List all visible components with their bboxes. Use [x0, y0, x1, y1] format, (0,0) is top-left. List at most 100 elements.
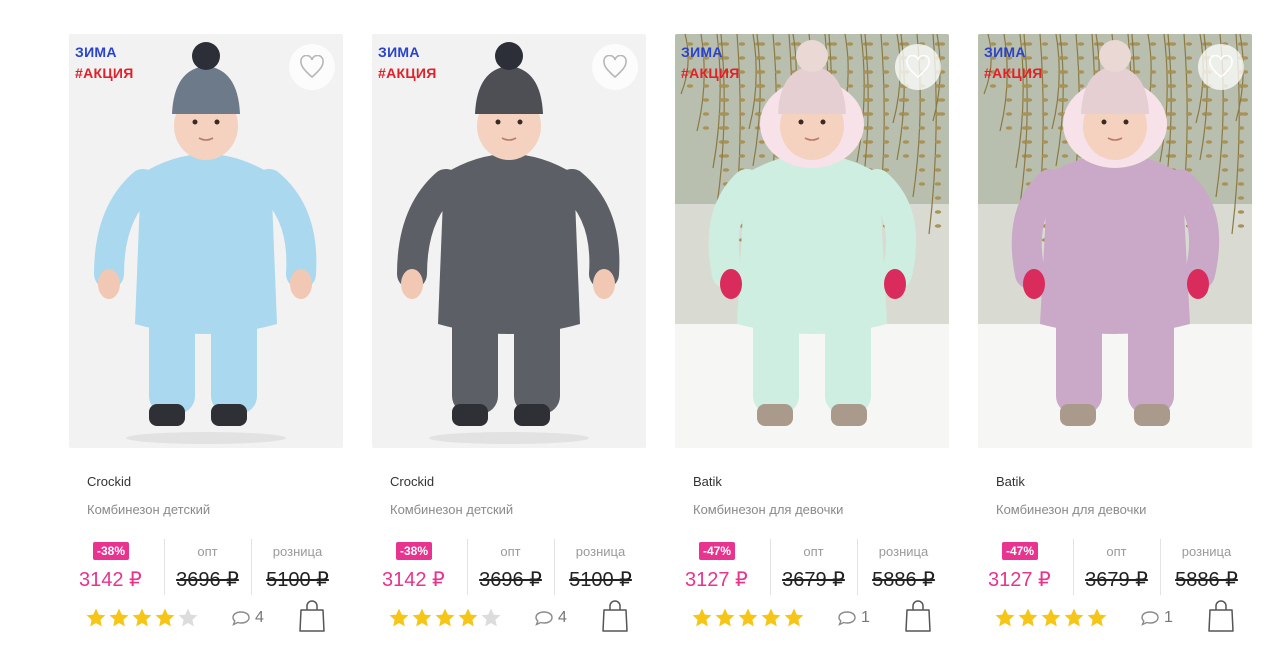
comments-number: 1	[1164, 609, 1173, 626]
product-title[interactable]: Комбинезон для девочки	[996, 502, 1146, 517]
star-icon	[155, 608, 175, 627]
product-title[interactable]: Комбинезон детский	[390, 502, 513, 517]
wholesale-price: 3696 ₽	[176, 569, 239, 591]
star-icon	[412, 608, 432, 627]
star-icon	[458, 608, 478, 627]
favorite-button[interactable]	[289, 44, 335, 90]
comment-icon	[838, 611, 856, 626]
star-icon	[1087, 608, 1107, 627]
card-footer: 1	[675, 599, 949, 639]
product-title[interactable]: Комбинезон детский	[87, 502, 210, 517]
product-brand[interactable]: Batik	[693, 474, 722, 489]
product-card[interactable]: ЗИМА #АКЦИЯ Crockid Комбинезон детский -…	[69, 34, 343, 644]
comments-count[interactable]: 1	[837, 609, 870, 627]
rating-stars	[388, 607, 502, 628]
card-footer: 1	[978, 599, 1252, 639]
heart-icon	[300, 55, 324, 79]
star-icon	[1041, 608, 1061, 627]
promo-tag: #АКЦИЯ	[681, 65, 740, 81]
retail-label: розница	[878, 544, 929, 559]
shopping-bag-icon	[1208, 600, 1234, 632]
product-card[interactable]: ЗИМА #АКЦИЯ Crockid Комбинезон детский -…	[372, 34, 646, 644]
product-photo[interactable]	[372, 34, 646, 448]
favorite-button[interactable]	[592, 44, 638, 90]
wholesale-label: опт	[803, 544, 824, 559]
sale-price: 3127 ₽	[685, 569, 748, 591]
star-icon	[109, 608, 129, 627]
discount-badge: -47%	[699, 542, 736, 560]
product-brand[interactable]: Crockid	[87, 474, 131, 489]
sale-price: 3127 ₽	[988, 569, 1051, 591]
product-brand[interactable]: Crockid	[390, 474, 434, 489]
sale-price: 3142 ₽	[382, 569, 445, 591]
wholesale-price-column: опт 3679 ₽	[770, 539, 856, 595]
product-card[interactable]: ЗИМА #АКЦИЯ Batik Комбинезон для девочки…	[675, 34, 949, 644]
child-in-snowsuit-image	[978, 34, 1252, 448]
sale-price-column: -38% 3142 ₽	[77, 539, 163, 595]
product-brand[interactable]: Batik	[996, 474, 1025, 489]
comments-number: 4	[558, 609, 567, 626]
season-tag: ЗИМА	[681, 44, 723, 60]
product-title[interactable]: Комбинезон для девочки	[693, 502, 843, 517]
retail-price: 5100 ₽	[266, 569, 329, 591]
wholesale-price: 3696 ₽	[479, 569, 542, 591]
retail-label: розница	[1181, 544, 1232, 559]
star-icon	[715, 608, 735, 627]
comment-icon	[535, 611, 553, 626]
child-in-snowsuit-image	[69, 34, 343, 448]
shopping-bag-icon	[602, 600, 628, 632]
retail-price-column: розница 5100 ₽	[554, 539, 646, 595]
star-icon	[1064, 608, 1084, 627]
favorite-button[interactable]	[1198, 44, 1244, 90]
star-icon	[389, 608, 409, 627]
price-row: -38% 3142 ₽ опт 3696 ₽ розница 5100 ₽	[372, 539, 646, 595]
star-icon	[692, 608, 712, 627]
heart-icon	[1209, 55, 1233, 79]
promo-tag: #АКЦИЯ	[378, 65, 437, 81]
wholesale-price-column: опт 3679 ₽	[1073, 539, 1159, 595]
star-icon	[435, 608, 455, 627]
product-grid: ЗИМА #АКЦИЯ Crockid Комбинезон детский -…	[69, 34, 1253, 654]
product-photo[interactable]	[978, 34, 1252, 448]
product-photo[interactable]	[675, 34, 949, 448]
wholesale-price: 3679 ₽	[1085, 569, 1148, 591]
shopping-bag-icon	[905, 600, 931, 632]
sale-price: 3142 ₽	[79, 569, 142, 591]
star-icon	[481, 608, 501, 627]
product-photo[interactable]	[69, 34, 343, 448]
rating-stars	[691, 607, 805, 628]
discount-badge: -38%	[396, 542, 433, 560]
star-icon	[1018, 608, 1038, 627]
season-tag: ЗИМА	[378, 44, 420, 60]
add-to-cart-button[interactable]	[600, 599, 630, 633]
price-row: -47% 3127 ₽ опт 3679 ₽ розница 5886 ₽	[978, 539, 1252, 595]
comments-number: 1	[861, 609, 870, 626]
sale-price-column: -38% 3142 ₽	[380, 539, 466, 595]
sale-price-column: -47% 3127 ₽	[683, 539, 769, 595]
comment-icon	[1141, 611, 1159, 626]
price-row: -47% 3127 ₽ опт 3679 ₽ розница 5886 ₽	[675, 539, 949, 595]
promo-tag: #АКЦИЯ	[984, 65, 1043, 81]
retail-label: розница	[272, 544, 323, 559]
add-to-cart-button[interactable]	[1206, 599, 1236, 633]
price-row: -38% 3142 ₽ опт 3696 ₽ розница 5100 ₽	[69, 539, 343, 595]
star-icon	[761, 608, 781, 627]
child-in-snowsuit-image	[675, 34, 949, 448]
card-footer: 4	[372, 599, 646, 639]
retail-label: розница	[575, 544, 626, 559]
add-to-cart-button[interactable]	[903, 599, 933, 633]
add-to-cart-button[interactable]	[297, 599, 327, 633]
comments-count[interactable]: 4	[231, 609, 264, 627]
favorite-button[interactable]	[895, 44, 941, 90]
discount-badge: -38%	[93, 542, 130, 560]
season-tag: ЗИМА	[75, 44, 117, 60]
comments-count[interactable]: 4	[534, 609, 567, 627]
season-tag: ЗИМА	[984, 44, 1026, 60]
comments-count[interactable]: 1	[1140, 609, 1173, 627]
comment-icon	[232, 611, 250, 626]
retail-price-column: розница 5886 ₽	[857, 539, 949, 595]
rating-stars	[994, 607, 1108, 628]
product-card[interactable]: ЗИМА #АКЦИЯ Batik Комбинезон для девочки…	[978, 34, 1252, 644]
star-icon	[784, 608, 804, 627]
discount-badge: -47%	[1002, 542, 1039, 560]
